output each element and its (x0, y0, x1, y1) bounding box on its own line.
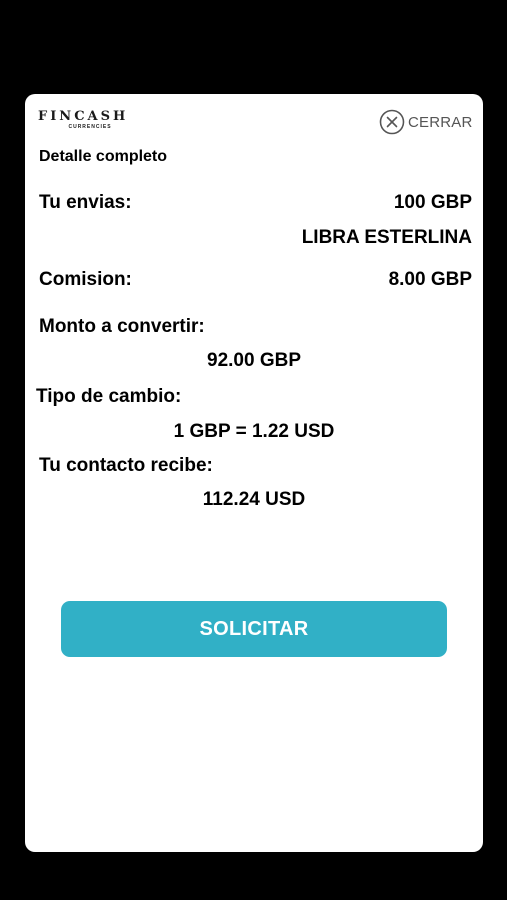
close-icon (379, 109, 405, 135)
commission-label: Comision: (39, 269, 132, 290)
receive-label: Tu contacto recibe: (39, 455, 213, 476)
logo-subtitle: CURRENCIES (68, 124, 112, 130)
send-label: Tu envias: (39, 192, 132, 213)
close-button[interactable]: CERRAR (379, 108, 473, 136)
fincash-logo: FINCASH CURRENCIES (38, 110, 128, 130)
detail-title: Detalle completo (39, 148, 168, 165)
detail-modal: FINCASH CURRENCIES CERRAR Detalle comple… (25, 94, 483, 852)
close-label: CERRAR (408, 113, 473, 131)
rate-label: Tipo de cambio: (36, 386, 182, 407)
solicitar-button[interactable]: SOLICITAR (61, 601, 447, 657)
convert-label: Monto a convertir: (39, 316, 205, 337)
rate-value: 1 GBP = 1.22 USD (173, 421, 335, 442)
convert-amount: 92.00 GBP (207, 350, 301, 371)
receive-amount: 112.24 USD (202, 489, 306, 510)
commission-amount: 8.00 GBP (388, 269, 472, 290)
logo-name: FINCASH (38, 109, 129, 124)
send-currency-name: LIBRA ESTERLINA (301, 227, 472, 248)
send-amount: 100 GBP (393, 192, 472, 213)
